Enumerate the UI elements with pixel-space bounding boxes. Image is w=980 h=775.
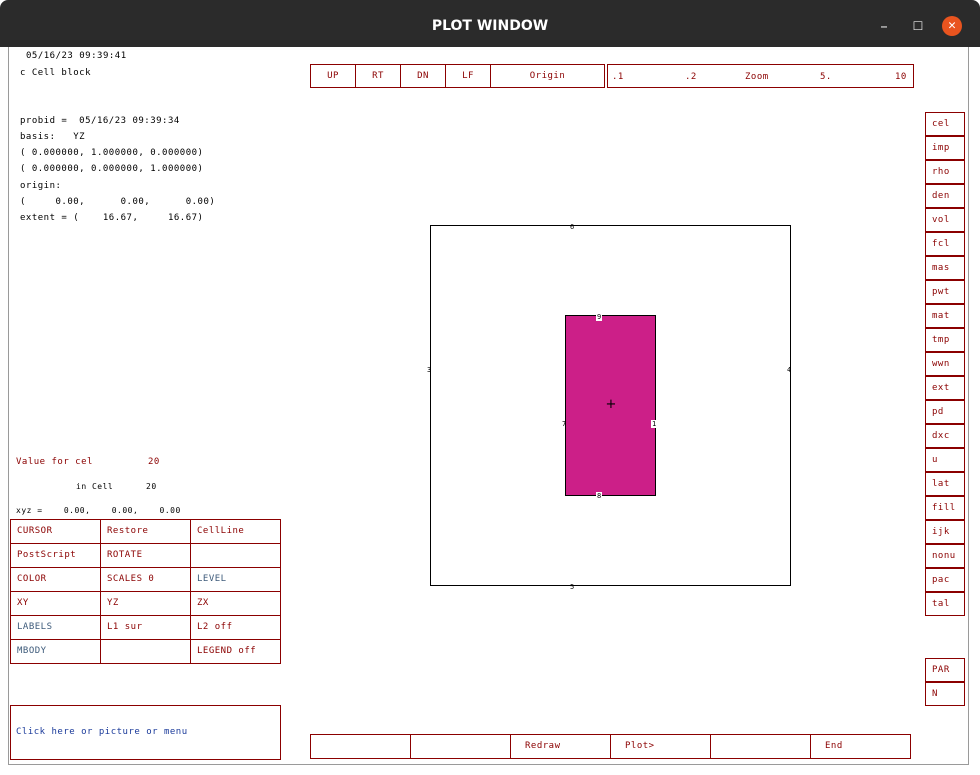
timestamp: 05/16/23 09:39:41 (26, 51, 127, 61)
status-prompt: Click here or picture or menu (16, 727, 188, 737)
origin-label: origin: (20, 181, 62, 191)
cursor-button[interactable]: CURSOR (10, 519, 101, 544)
empty-menu-button[interactable] (190, 543, 281, 568)
n-button[interactable]: N (925, 682, 965, 706)
side-option-pwt[interactable]: pwt (925, 280, 965, 304)
side-option-den[interactable]: den (925, 184, 965, 208)
value-label: Value for cel (16, 457, 93, 467)
side-option-u[interactable]: u (925, 448, 965, 472)
side-option-pd[interactable]: pd (925, 400, 965, 424)
zoom-10[interactable]: 10 (895, 72, 907, 82)
l1-surface-button[interactable]: L1 sur (100, 615, 191, 640)
surface-label-right: 4 (787, 366, 792, 374)
surface-label-cell-bottom: 8 (596, 492, 603, 500)
pan-right-button[interactable]: RT (355, 64, 401, 88)
surface-label-cell-top: 9 (596, 313, 603, 321)
origin-button[interactable]: Origin (490, 64, 605, 88)
surface-label-left: 3 (427, 366, 432, 374)
value-number: 20 (148, 457, 160, 467)
in-cell-number: 20 (146, 482, 157, 491)
restore-button[interactable]: Restore (100, 519, 191, 544)
window-border (8, 764, 969, 765)
xy-view-button[interactable]: XY (10, 591, 101, 616)
side-option-rho[interactable]: rho (925, 160, 965, 184)
surface-label-bottom: 5 (570, 583, 575, 591)
in-cell-label: in Cell (76, 482, 114, 491)
side-option-mat[interactable]: mat (925, 304, 965, 328)
mbody-button[interactable]: MBODY (10, 639, 101, 664)
zoom-5[interactable]: 5. (820, 72, 832, 82)
side-option-dxc[interactable]: dxc (925, 424, 965, 448)
zoom-label: Zoom (745, 72, 769, 82)
empty-menu-button[interactable] (100, 639, 191, 664)
l2-off-button[interactable]: L2 off (190, 615, 281, 640)
end-button[interactable]: End (810, 734, 911, 759)
window-border (968, 47, 969, 765)
scales-button[interactable]: SCALES 0 (100, 567, 191, 592)
title-comment: c Cell block (20, 68, 92, 78)
extent-line: extent = ( 16.67, 16.67) (20, 213, 204, 223)
side-option-vol[interactable]: vol (925, 208, 965, 232)
maximize-icon[interactable]: ☐ (907, 16, 929, 36)
side-option-fill[interactable]: fill (925, 496, 965, 520)
labels-button[interactable]: LABELS (10, 615, 101, 640)
origin-marker-icon: + (605, 397, 617, 412)
side-option-ext[interactable]: ext (925, 376, 965, 400)
postscript-button[interactable]: PostScript (10, 543, 101, 568)
close-icon[interactable]: ✕ (942, 16, 962, 36)
origin-value: ( 0.00, 0.00, 0.00) (20, 197, 216, 207)
yz-view-button[interactable]: YZ (100, 591, 191, 616)
color-button[interactable]: COLOR (10, 567, 101, 592)
window-title: PLOT WINDOW (431, 18, 549, 34)
bottom-button-5[interactable] (710, 734, 811, 759)
level-button[interactable]: LEVEL (190, 567, 281, 592)
side-option-imp[interactable]: imp (925, 136, 965, 160)
side-option-fcl[interactable]: fcl (925, 232, 965, 256)
surface-label-cell-left: 7 (562, 420, 567, 428)
redraw-button[interactable]: Redraw (510, 734, 611, 759)
side-option-cel[interactable]: cel (925, 112, 965, 136)
zoom-0.1[interactable]: .1 (612, 72, 624, 82)
basis-vector-2: ( 0.000000, 0.000000, 1.000000) (20, 164, 204, 174)
surface-label-top: 6 (570, 223, 575, 231)
basis-line: basis: YZ (20, 132, 86, 142)
pan-left-button[interactable]: LF (445, 64, 491, 88)
minimize-icon[interactable]: – (873, 16, 895, 36)
surface-label-cell-right: 1 (651, 420, 658, 428)
side-option-pac[interactable]: pac (925, 568, 965, 592)
zx-view-button[interactable]: ZX (190, 591, 281, 616)
zoom-0.2[interactable]: .2 (685, 72, 697, 82)
side-option-mas[interactable]: mas (925, 256, 965, 280)
rotate-button[interactable]: ROTATE (100, 543, 191, 568)
bottom-button-1[interactable] (310, 734, 411, 759)
basis-vector-1: ( 0.000000, 1.000000, 0.000000) (20, 148, 204, 158)
window-border (8, 47, 9, 765)
probid-line: probid = 05/16/23 09:39:34 (20, 116, 180, 126)
side-option-tal[interactable]: tal (925, 592, 965, 616)
legend-off-button[interactable]: LEGEND off (190, 639, 281, 664)
cellline-button[interactable]: CellLine (190, 519, 281, 544)
pan-down-button[interactable]: DN (400, 64, 446, 88)
bottom-button-2[interactable] (410, 734, 511, 759)
side-option-lat[interactable]: lat (925, 472, 965, 496)
plot-button[interactable]: Plot> (610, 734, 711, 759)
side-option-wwn[interactable]: wwn (925, 352, 965, 376)
side-option-ijk[interactable]: ijk (925, 520, 965, 544)
side-option-tmp[interactable]: tmp (925, 328, 965, 352)
par-button[interactable]: PAR (925, 658, 965, 682)
cursor-coordinates: xyz = 0.00, 0.00, 0.00 (16, 506, 181, 515)
side-option-nonu[interactable]: nonu (925, 544, 965, 568)
pan-up-button[interactable]: UP (310, 64, 356, 88)
